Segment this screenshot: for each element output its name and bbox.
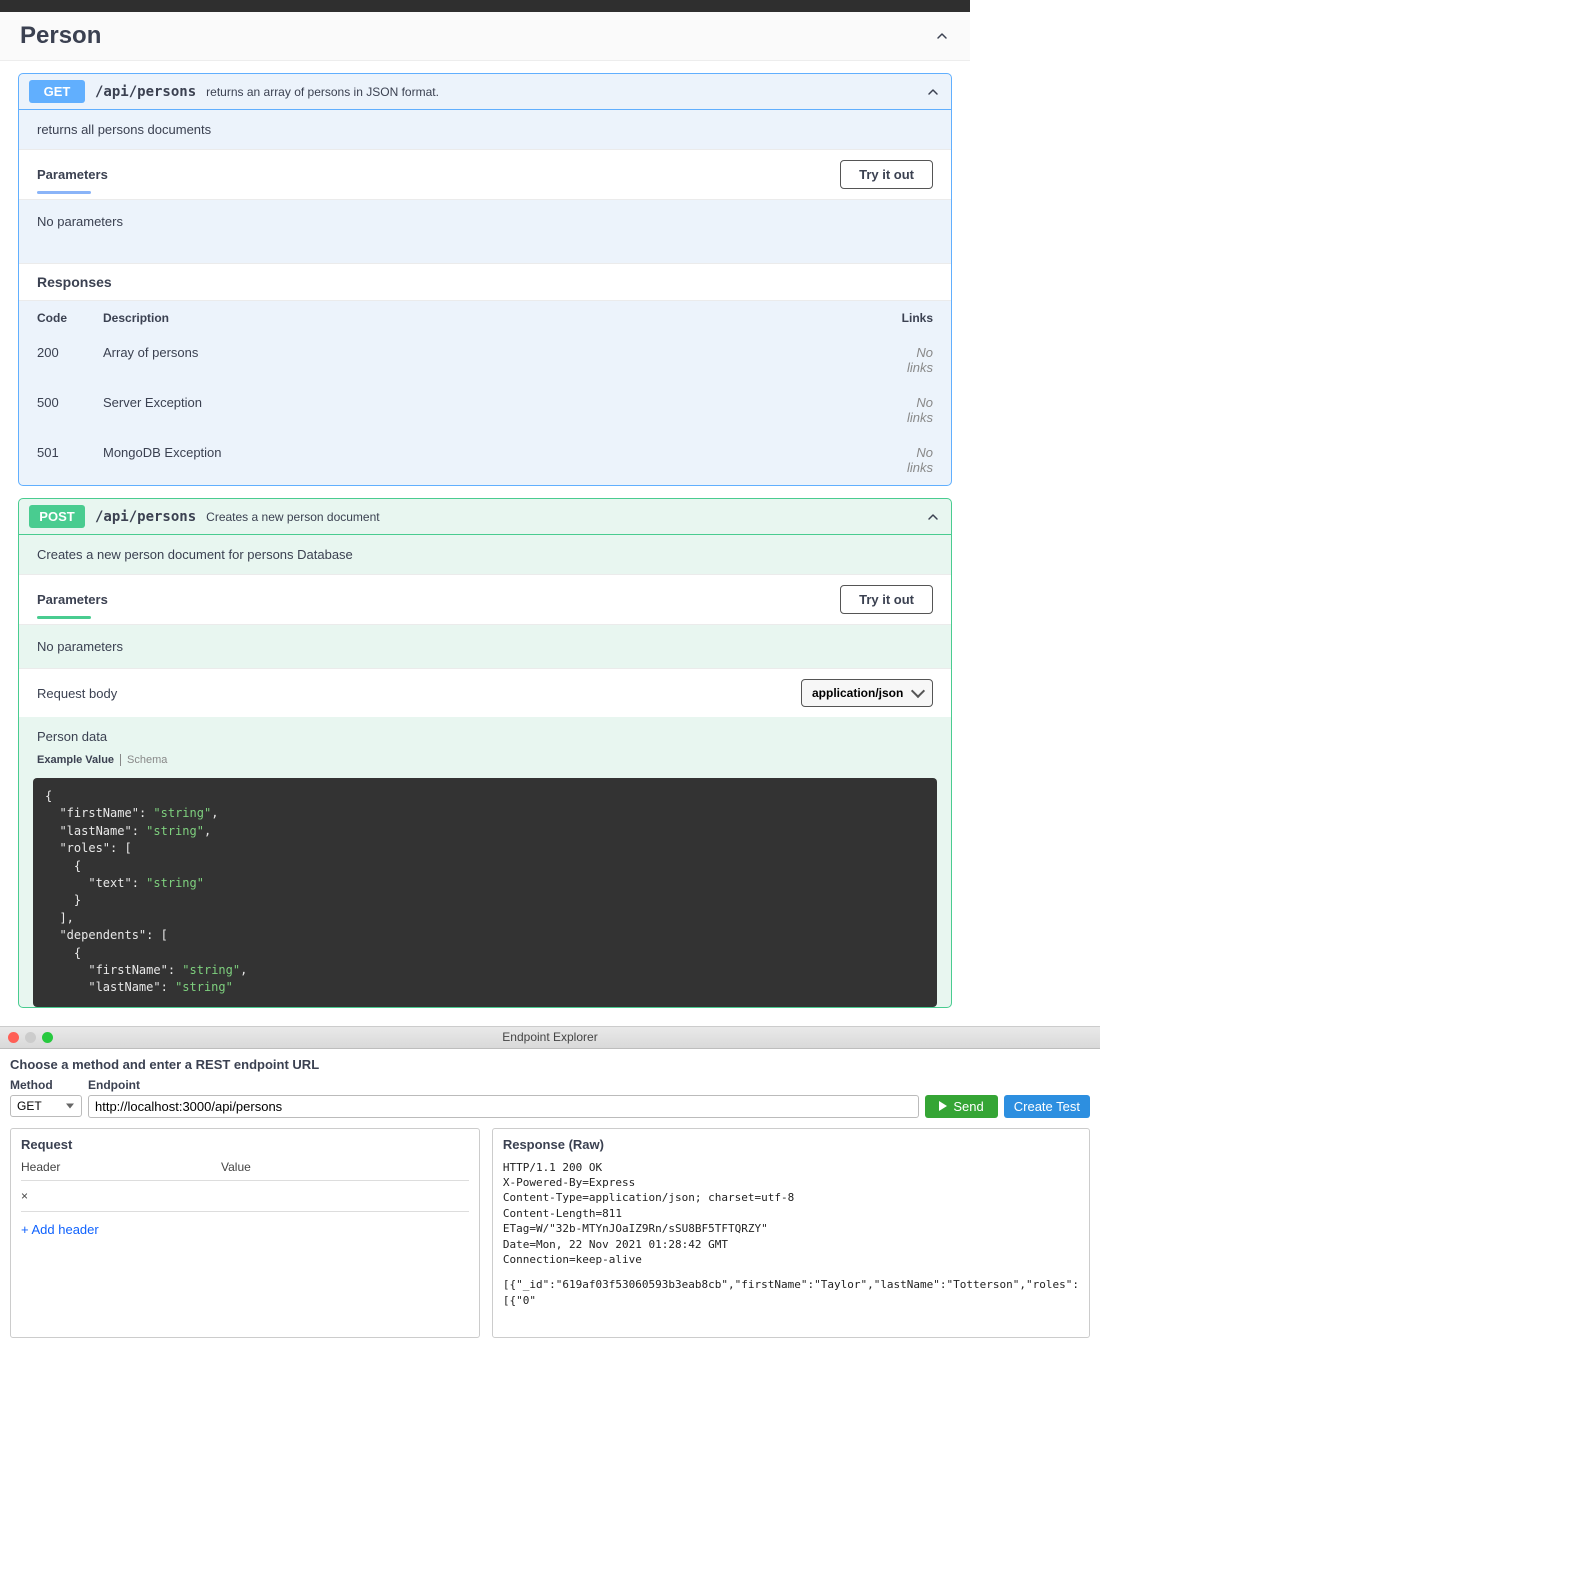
method-label: Method bbox=[10, 1078, 88, 1092]
no-parameters-label: No parameters bbox=[19, 200, 951, 263]
request-body-heading: Request body bbox=[37, 686, 117, 701]
table-row: 501 MongoDB Exception No links bbox=[19, 435, 951, 485]
response-code: 501 bbox=[19, 435, 85, 485]
operation-path: /api/persons bbox=[95, 509, 196, 525]
try-it-out-button[interactable]: Try it out bbox=[840, 585, 933, 614]
value-col: Value bbox=[221, 1160, 451, 1174]
operation-path: /api/persons bbox=[95, 84, 196, 100]
parameters-heading: Parameters bbox=[37, 167, 108, 182]
response-body: [{"_id":"619af03f53060593b3eab8cb","firs… bbox=[503, 1277, 1079, 1308]
responses-table: Code Description Links 200 Array of pers… bbox=[19, 301, 951, 485]
remove-header-button[interactable]: × bbox=[21, 1189, 28, 1203]
chevron-up-icon bbox=[925, 509, 941, 525]
response-code: 200 bbox=[19, 335, 85, 385]
request-pane: Request Header Value × + Add header bbox=[10, 1128, 480, 1338]
operation-post-persons: POST /api/persons Creates a new person d… bbox=[18, 498, 952, 1008]
chevron-up-icon bbox=[925, 84, 941, 100]
operation-short-desc: returns an array of persons in JSON form… bbox=[206, 85, 439, 99]
response-desc: Server Exception bbox=[85, 385, 871, 435]
col-desc: Description bbox=[85, 301, 871, 335]
create-test-button[interactable]: Create Test bbox=[1004, 1095, 1090, 1118]
header-col: Header bbox=[21, 1160, 221, 1174]
operation-summary[interactable]: GET /api/persons returns an array of per… bbox=[19, 74, 951, 109]
tag-title: Person bbox=[20, 22, 101, 50]
operation-description: returns all persons documents bbox=[19, 110, 951, 149]
table-row: 500 Server Exception No links bbox=[19, 385, 951, 435]
response-desc: Array of persons bbox=[85, 335, 871, 385]
method-badge-post: POST bbox=[29, 505, 85, 528]
col-code: Code bbox=[19, 301, 85, 335]
try-it-out-button[interactable]: Try it out bbox=[840, 160, 933, 189]
table-row: 200 Array of persons No links bbox=[19, 335, 951, 385]
tab-schema[interactable]: Schema bbox=[120, 754, 173, 766]
example-tabs: Example ValueSchema bbox=[19, 748, 951, 772]
swagger-region: Person GET /api/persons returns an array… bbox=[0, 0, 1586, 1026]
operation-description: Creates a new person document for person… bbox=[19, 535, 951, 574]
send-button-label: Send bbox=[953, 1099, 983, 1114]
chevron-up-icon bbox=[934, 28, 950, 44]
request-body-desc: Person data bbox=[19, 717, 951, 748]
response-headers: HTTP/1.1 200 OK X-Powered-By=Express Con… bbox=[503, 1160, 1079, 1268]
window-titlebar[interactable]: Endpoint Explorer bbox=[0, 1027, 1100, 1049]
responses-heading: Responses bbox=[19, 263, 951, 301]
example-code-block: { "firstName": "string", "lastName": "st… bbox=[33, 778, 937, 1007]
explorer-hint: Choose a method and enter a REST endpoin… bbox=[10, 1057, 1090, 1072]
response-links: No links bbox=[871, 435, 951, 485]
col-links: Links bbox=[871, 301, 951, 335]
method-badge-get: GET bbox=[29, 80, 85, 103]
operation-get-persons: GET /api/persons returns an array of per… bbox=[18, 73, 952, 486]
play-icon bbox=[939, 1101, 947, 1111]
operation-summary[interactable]: POST /api/persons Creates a new person d… bbox=[19, 499, 951, 534]
content-type-select[interactable]: application/json bbox=[801, 679, 933, 707]
endpoint-label: Endpoint bbox=[88, 1078, 140, 1092]
response-pane-title: Response (Raw) bbox=[503, 1137, 1079, 1152]
response-desc: MongoDB Exception bbox=[85, 435, 871, 485]
response-links: No links bbox=[871, 335, 951, 385]
send-button[interactable]: Send bbox=[925, 1095, 997, 1118]
swagger-topbar bbox=[0, 0, 970, 12]
response-links: No links bbox=[871, 385, 951, 435]
method-select[interactable]: GET bbox=[10, 1095, 82, 1117]
window-title: Endpoint Explorer bbox=[0, 1030, 1100, 1044]
response-code: 500 bbox=[19, 385, 85, 435]
endpoint-explorer-window: Endpoint Explorer Choose a method and en… bbox=[0, 1026, 1100, 1346]
tab-example-value[interactable]: Example Value bbox=[37, 754, 120, 766]
col-actions bbox=[451, 1160, 469, 1174]
response-pane: Response (Raw) HTTP/1.1 200 OK X-Powered… bbox=[492, 1128, 1090, 1338]
request-pane-title: Request bbox=[21, 1137, 469, 1152]
endpoint-input[interactable] bbox=[88, 1095, 919, 1118]
add-header-button[interactable]: + Add header bbox=[21, 1222, 469, 1237]
no-parameters-label: No parameters bbox=[19, 625, 951, 668]
parameters-heading: Parameters bbox=[37, 592, 108, 607]
operation-short-desc: Creates a new person document bbox=[206, 510, 379, 524]
tag-header[interactable]: Person bbox=[0, 12, 970, 61]
